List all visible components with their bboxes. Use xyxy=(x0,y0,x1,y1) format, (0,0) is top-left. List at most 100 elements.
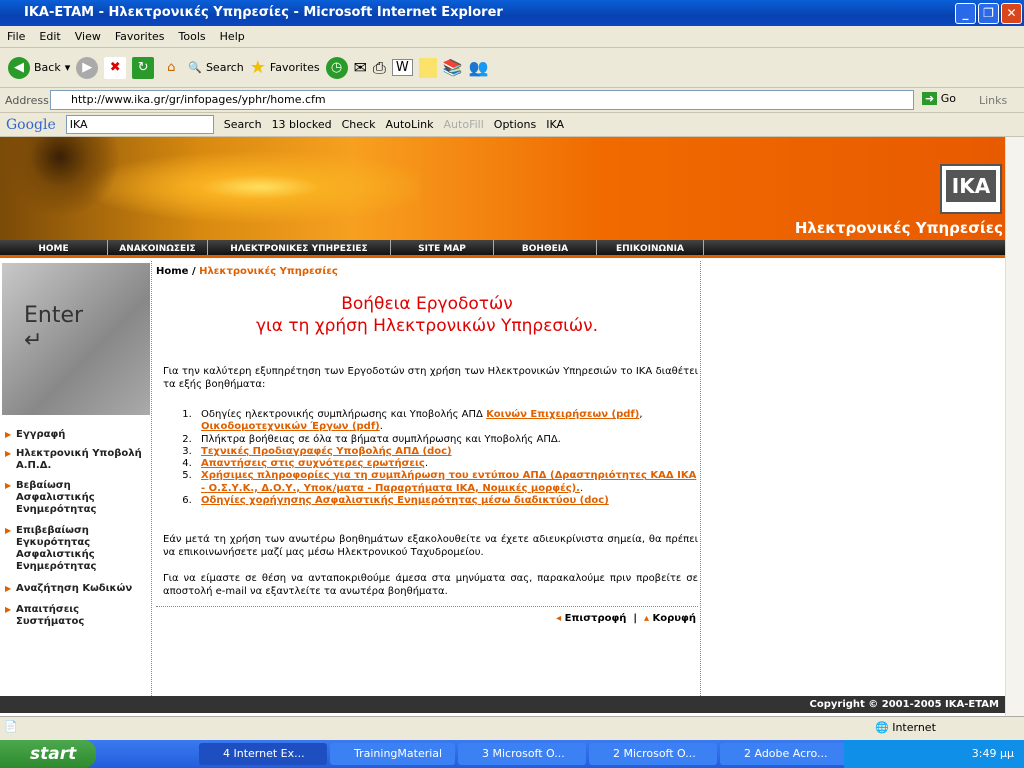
nav-contact[interactable]: ΕΠΙΚΟΙΝΩΝΙΑ xyxy=(597,240,704,255)
menu-file[interactable]: File xyxy=(0,26,32,47)
intro-text: Για την καλύτερη εξυπηρέτηση των Εργοδοτ… xyxy=(163,366,698,390)
print-icon[interactable]: ⎙ xyxy=(373,58,386,78)
note-icon[interactable] xyxy=(418,57,437,78)
menu-edit[interactable]: Edit xyxy=(32,26,67,47)
nav-announcements[interactable]: ΑΝΑΚΟΙΝΩΣΕΙΣ xyxy=(108,240,208,255)
research-icon[interactable]: 📚 xyxy=(443,58,463,77)
list-item: Πλήκτρα βοήθειας σε όλα τα βήματα συμπλή… xyxy=(195,434,698,446)
task-adobe-acrobat[interactable]: 2 Adobe Acro... xyxy=(720,743,848,765)
minimize-button[interactable]: _ xyxy=(955,3,976,24)
sidebar-item-apd-submission[interactable]: Ηλεκτρονική Υποβολή Α.Π.Δ. xyxy=(5,448,150,472)
task-powerpoint[interactable]: 3 Microsoft O... xyxy=(458,743,586,765)
address-bar: Address http://www.ika.gr/gr/infopages/y… xyxy=(0,88,1024,113)
menu-favorites[interactable]: Favorites xyxy=(108,26,172,47)
autofill-button[interactable]: AutoFill xyxy=(444,118,484,131)
list-item: Οδηγίες χορήγησης Ασφαλιστικής Ενημερότη… xyxy=(195,495,698,507)
list-item: Χρήσιμες πληροφορίες για τη συμπλήρωση τ… xyxy=(195,470,698,495)
left-sidebar: Enter↵ Εγγραφή Ηλεκτρονική Υποβολή Α.Π.Δ… xyxy=(0,261,152,696)
banner: IKA Ηλεκτρονικές Υπηρεσίες xyxy=(0,137,1005,240)
nav-site-map[interactable]: SITE MAP xyxy=(391,240,494,255)
task-training-material[interactable]: TrainingMaterial xyxy=(330,743,455,765)
system-tray: 3:49 μμ xyxy=(844,740,1024,768)
help-list: Οδηγίες ηλεκτρονικής συμπλήρωσης και Υπο… xyxy=(195,409,698,507)
list-item: Οδηγίες ηλεκτρονικής συμπλήρωσης και Υπο… xyxy=(195,409,698,434)
window-title: IKA-ETAM - Ηλεκτρονικές Υπηρεσίες - Micr… xyxy=(0,0,1024,26)
google-logo[interactable]: Google xyxy=(6,117,56,133)
messenger-icon[interactable]: 👥 xyxy=(469,58,489,77)
clock[interactable]: 3:49 μμ xyxy=(972,747,1014,760)
address-input[interactable]: http://www.ika.gr/gr/infopages/yphr/home… xyxy=(50,90,914,110)
search-button[interactable]: 🔍 Search xyxy=(188,61,244,74)
link-construction-works-pdf[interactable]: Οικοδομοτεχνικών Έργων (pdf) xyxy=(201,421,380,432)
stop-icon[interactable]: ✖ xyxy=(104,56,127,79)
breadcrumb: Home / Ηλεκτρονικές Υπηρεσίες xyxy=(156,266,338,277)
link-technical-specs-doc[interactable]: Τεχνικές Προδιαγραφές Υποβολής ΑΠΔ (doc) xyxy=(201,446,452,457)
sidebar-item-code-search[interactable]: Αναζήτηση Κωδικών xyxy=(5,583,150,595)
status-bar: 📄 🌐 Internet xyxy=(0,716,1024,740)
taskbar: start 4 Internet Ex... TrainingMaterial … xyxy=(0,740,1024,768)
favorites-button[interactable]: ★ Favorites xyxy=(250,57,320,78)
sunflower-image xyxy=(0,137,420,240)
list-item: Τεχνικές Προδιαγραφές Υποβολής ΑΠΔ (doc) xyxy=(195,446,698,458)
contact-text: Εάν μετά τη χρήση των ανωτέρω βοηθημάτων… xyxy=(163,534,698,558)
google-search-button[interactable]: Search xyxy=(224,118,262,131)
search-icon: 🔍 xyxy=(188,61,202,74)
options-button[interactable]: Options xyxy=(494,118,536,131)
internet-zone: 🌐 Internet xyxy=(875,721,936,734)
links-button[interactable]: Links xyxy=(979,94,1007,107)
history-icon[interactable]: ◷ xyxy=(325,56,348,79)
spell-check-button[interactable]: Check xyxy=(342,118,376,131)
nav-help[interactable]: ΒΟΗΘΕΙΑ xyxy=(494,240,597,255)
globe-icon: 🌐 xyxy=(875,721,889,734)
close-button[interactable]: ✕ xyxy=(1001,3,1022,24)
ika-logo[interactable]: IKA xyxy=(940,164,1002,214)
footer-copyright: Copyright © 2001-2005 IKA-ETAM xyxy=(0,696,1005,713)
menu-help[interactable]: Help xyxy=(213,26,252,47)
task-word[interactable]: 2 Microsoft O... xyxy=(589,743,717,765)
link-common-enterprises-pdf[interactable]: Κοινών Επιχειρήσεων (pdf) xyxy=(486,409,639,420)
autolink-button[interactable]: AutoLink xyxy=(385,118,433,131)
star-icon: ★ xyxy=(249,57,266,78)
top-link[interactable]: Κορυφή xyxy=(653,613,696,624)
page-icon: 📄 xyxy=(4,720,18,733)
banner-title: Ηλεκτρονικές Υπηρεσίες xyxy=(794,219,1003,237)
link-faq[interactable]: Απαντήσεις στις συχνότερες ερωτήσεις xyxy=(201,458,425,469)
task-internet-explorer[interactable]: 4 Internet Ex... xyxy=(199,743,327,765)
home-icon[interactable]: ⌂ xyxy=(160,57,182,79)
back-arrow-icon: ◂ xyxy=(556,613,562,624)
popup-blocked-button[interactable]: 13 blocked xyxy=(272,118,332,131)
nav-e-services[interactable]: ΗΛΕΚΤΡΟΝΙΚΕΣ ΥΠΗΡΕΣΙΕΣ xyxy=(208,240,391,255)
mail-icon[interactable]: ✉ xyxy=(354,58,367,77)
toolbar: ◀ Back ▾ ▶ ✖ ↻ ⌂ 🔍 Search ★ Favorites ◷ ✉ ⎙… xyxy=(0,48,1024,88)
google-search-input[interactable]: IKA xyxy=(65,115,214,134)
sidebar-item-insurance-certificate[interactable]: Βεβαίωση Ασφαλιστικής Ενημερότητας xyxy=(5,480,150,516)
breadcrumb-home[interactable]: Home xyxy=(156,266,188,277)
nav-home[interactable]: HOME xyxy=(0,240,108,255)
email-note-text: Για να είμαστε σε θέση να ανταποκριθούμε… xyxy=(163,573,698,597)
breadcrumb-current: Ηλεκτρονικές Υπηρεσίες xyxy=(199,266,338,277)
go-button[interactable]: ➜ Go xyxy=(922,92,956,105)
forward-button[interactable]: ▶ xyxy=(76,56,99,79)
menu-tools[interactable]: Tools xyxy=(172,26,213,47)
enter-key-image: Enter ↵ xyxy=(2,263,150,415)
refresh-icon[interactable]: ↻ xyxy=(132,56,155,79)
back-link[interactable]: Επιστροφή xyxy=(565,613,627,624)
restore-button[interactable]: ❐ xyxy=(978,3,999,24)
sidebar-item-registration[interactable]: Εγγραφή xyxy=(5,429,150,441)
menu-view[interactable]: View xyxy=(68,26,108,47)
ika-button[interactable]: IKA xyxy=(546,118,564,131)
sidebar-item-certificate-validation[interactable]: Επιβεβαίωση Εγκυρότητας Ασφαλιστικής Ενη… xyxy=(5,525,150,573)
page-title: Βοήθεια Εργοδοτών για τη χρήση Ηλεκτρονικ… xyxy=(255,294,599,336)
word-icon[interactable]: W xyxy=(391,59,413,76)
list-item: Απαντήσεις στις συχνότερες ερωτήσεις. xyxy=(195,458,698,470)
start-button[interactable]: start xyxy=(0,740,96,768)
sidebar-item-system-requirements[interactable]: Απαιτήσεις Συστήματος xyxy=(5,604,150,628)
link-useful-info[interactable]: Χρήσιμες πληροφορίες για τη συμπλήρωση τ… xyxy=(201,470,696,493)
link-certificate-guide-doc[interactable]: Οδηγίες χορήγησης Ασφαλιστικής Ενημερότη… xyxy=(201,495,609,506)
main-nav: HOME ΑΝΑΚΟΙΝΩΣΕΙΣ ΗΛΕΚΤΡΟΝΙΚΕΣ ΥΠΗΡΕΣΙΕΣ… xyxy=(0,240,1005,258)
go-arrow-icon: ➜ xyxy=(922,92,938,105)
web-page: IKA Ηλεκτρονικές Υπηρεσίες HOME ΑΝΑΚΟΙΝΩ… xyxy=(0,137,1005,716)
main-content: Home / Ηλεκτρονικές Υπηρεσίες Βοήθεια Ερ… xyxy=(153,261,701,696)
back-button[interactable]: ◀ Back ▾ xyxy=(8,56,70,79)
vertical-scrollbar[interactable] xyxy=(1005,137,1024,716)
